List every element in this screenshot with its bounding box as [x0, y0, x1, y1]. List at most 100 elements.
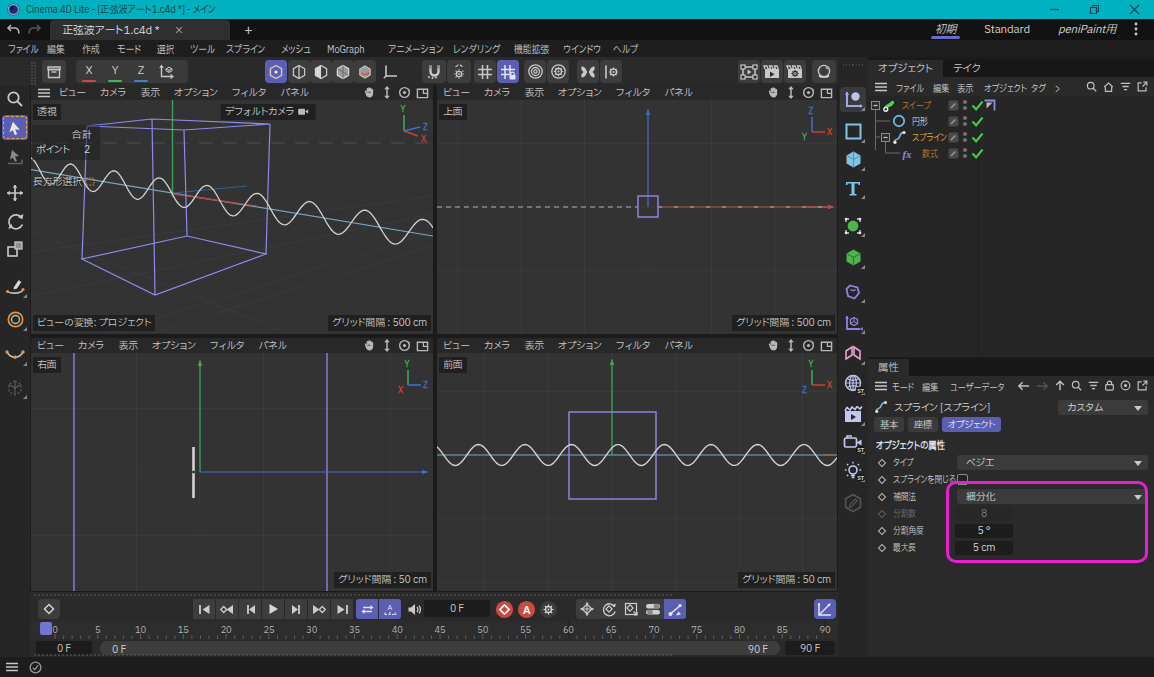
visibility-dots-icon[interactable]: [962, 131, 968, 143]
axis-lock-y[interactable]: Y: [102, 60, 128, 83]
attr-dropdown-0[interactable]: ベジエ: [957, 455, 1148, 470]
viewport-perspective-canvas[interactable]: 透視グリッド間隔 : 500 cmデフォルトカメラ合計ポイント2長方形選択ビュー…: [31, 100, 433, 334]
workplane-button[interactable]: [474, 60, 496, 83]
vp-top-menu-1[interactable]: カメラ: [484, 85, 510, 100]
layout-menu-icon[interactable]: [1134, 22, 1148, 36]
symmetry-object-button[interactable]: [840, 341, 866, 366]
orbit-icon[interactable]: [802, 86, 815, 99]
go-to-end-button[interactable]: [331, 599, 353, 619]
edge-mode-button[interactable]: [310, 60, 332, 83]
om-menu-0[interactable]: ファイル: [896, 81, 924, 96]
vp-front-menu-5[interactable]: パネル: [664, 338, 693, 353]
orbit-icon[interactable]: [802, 339, 815, 352]
next-frame-button[interactable]: [285, 599, 307, 619]
object-row-circle[interactable]: 円形: [868, 113, 1154, 129]
status-menu-icon[interactable]: [5, 662, 19, 672]
axis-lock-z[interactable]: Z: [128, 60, 154, 83]
menu-6[interactable]: スプライン: [226, 42, 265, 58]
menu-7[interactable]: メッシュ: [281, 42, 311, 58]
edit-toggle-icon[interactable]: [948, 132, 959, 143]
symmetry-button[interactable]: [577, 60, 599, 83]
layout-tab-default[interactable]: 初期: [921, 19, 971, 40]
enable-axis-button[interactable]: [379, 60, 403, 83]
instance-object-button[interactable]: [840, 310, 866, 335]
viewport-menu-icon[interactable]: [37, 88, 51, 98]
play-button[interactable]: [262, 599, 284, 619]
menu-4[interactable]: 選択: [157, 42, 175, 58]
object-name[interactable]: 円形: [912, 114, 928, 129]
vp-right-menu-1[interactable]: カメラ: [78, 338, 104, 353]
om-menu-1[interactable]: 編集: [933, 81, 949, 96]
scale-tool-button[interactable]: [2, 236, 28, 261]
visibility-dots-icon[interactable]: [962, 115, 968, 127]
edit-toggle-icon[interactable]: [948, 116, 959, 127]
attr-tab-2[interactable]: オブジェクト: [942, 417, 1001, 432]
attr-popout-icon[interactable]: [1136, 379, 1149, 392]
go-to-start-button[interactable]: [193, 599, 215, 619]
axis-lock-x[interactable]: X: [76, 60, 102, 83]
enabled-check-icon[interactable]: [971, 116, 984, 127]
back-icon[interactable]: [1016, 380, 1031, 392]
menu-1[interactable]: 編集: [47, 42, 65, 58]
dolly-icon[interactable]: [785, 339, 797, 352]
record-button[interactable]: [493, 599, 515, 619]
maximize-icon[interactable]: [416, 86, 429, 99]
vp-perspective-menu-3[interactable]: オプション: [174, 85, 218, 100]
previous-key-button[interactable]: [216, 599, 238, 619]
render-picture-viewer-button[interactable]: [761, 60, 783, 83]
attr-menu-icon[interactable]: [874, 381, 888, 391]
vp-front-menu-0[interactable]: ビュー: [443, 338, 470, 353]
expander-icon[interactable]: [871, 101, 880, 110]
layout-tab-penipaint用[interactable]: peniPaint用: [1044, 19, 1130, 40]
edit-toggle-icon[interactable]: [948, 100, 959, 111]
point-mode-button[interactable]: [288, 60, 310, 83]
attr-menu-1[interactable]: 編集: [922, 380, 938, 395]
key-position-button[interactable]: [576, 599, 598, 619]
vp-right-menu-5[interactable]: パネル: [258, 338, 287, 353]
undo-icon[interactable]: [6, 24, 21, 36]
attr-tab-1[interactable]: 座標: [908, 417, 938, 432]
loop-playback-button[interactable]: [356, 599, 378, 619]
vp-top-menu-2[interactable]: 表示: [524, 85, 544, 100]
lock-icon[interactable]: [1104, 379, 1115, 392]
minimize-button[interactable]: [1034, 0, 1074, 19]
keyframe-diamond-button[interactable]: [38, 599, 60, 619]
keying-settings-button[interactable]: [537, 599, 559, 619]
tab-takes[interactable]: テイク: [943, 60, 991, 77]
enabled-check-icon[interactable]: [971, 148, 984, 159]
polygon-mode-button[interactable]: [332, 60, 354, 83]
autokey-frames-button[interactable]: A: [379, 599, 401, 619]
coordinate-system-button[interactable]: [154, 60, 180, 83]
palette-grip[interactable]: [843, 63, 863, 69]
attr-tab-0[interactable]: 基本: [874, 417, 904, 432]
orbit-icon[interactable]: [398, 339, 411, 352]
up-icon[interactable]: [1054, 379, 1066, 392]
timeline-ruler[interactable]: 051015202530354045505560657075808590: [30, 621, 838, 639]
panel-menu-icon[interactable]: [874, 82, 888, 92]
close-button[interactable]: [1114, 0, 1154, 19]
attr-checkbox-1[interactable]: [957, 474, 968, 485]
menu-13[interactable]: ヘルプ: [613, 42, 638, 58]
vp-front-menu-2[interactable]: 表示: [524, 338, 544, 353]
render-view-button[interactable]: [738, 60, 760, 83]
subdivision-surface-button[interactable]: [840, 213, 866, 238]
autokey-button[interactable]: A: [515, 599, 537, 619]
filter-icon[interactable]: [1119, 81, 1132, 92]
model-mode-button[interactable]: [265, 60, 287, 83]
maximize-icon[interactable]: [416, 339, 429, 352]
toolbar-grip[interactable]: [31, 62, 37, 80]
attr-menu-2[interactable]: ユーザーデータ: [950, 380, 1005, 395]
viewport-top-canvas[interactable]: 上面グリッド間隔 : 500 cmZXY: [437, 100, 837, 334]
dolly-icon[interactable]: [785, 86, 797, 99]
menu-9[interactable]: アニメーション: [388, 42, 443, 58]
enabled-check-icon[interactable]: [971, 132, 984, 143]
menu-0[interactable]: ファイル: [8, 42, 39, 58]
workplane-lock-button[interactable]: [497, 60, 519, 83]
attr-dropdown-2[interactable]: 細分化: [957, 489, 1148, 504]
fcurve-button[interactable]: [814, 599, 836, 619]
object-row-sweep[interactable]: スイープ: [868, 97, 1154, 113]
viewport-front-canvas[interactable]: 前面グリッド間隔 : 50 cmYXZ: [437, 353, 837, 591]
menu-5[interactable]: ツール: [190, 42, 215, 58]
tab-objects[interactable]: オブジェクト: [868, 60, 943, 77]
target-icon[interactable]: [1119, 379, 1132, 392]
